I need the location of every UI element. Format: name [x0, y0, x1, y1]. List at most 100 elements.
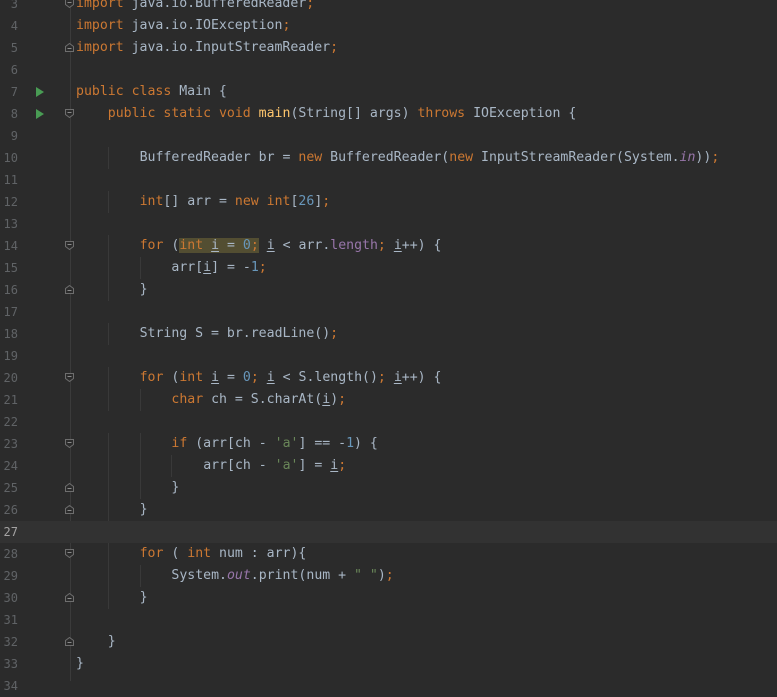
fold-open-icon[interactable] — [65, 439, 74, 448]
code-text[interactable]: import java.io.IOException; — [76, 15, 290, 37]
line-number[interactable]: 23 — [0, 433, 18, 455]
line-number[interactable]: 32 — [0, 631, 18, 653]
line-number[interactable]: 33 — [0, 653, 18, 675]
code-text[interactable]: import java.io.InputStreamReader; — [76, 37, 338, 59]
code-line[interactable]: 31 — [0, 609, 777, 631]
code-text[interactable]: } — [140, 499, 148, 521]
fold-close-icon[interactable] — [65, 637, 74, 646]
code-line[interactable]: 14 for (int i = 0; i < arr.length; i++) { — [0, 235, 777, 257]
code-text[interactable]: } — [140, 587, 148, 609]
line-number[interactable]: 7 — [0, 81, 18, 103]
fold-close-icon[interactable] — [65, 593, 74, 602]
line-number[interactable]: 24 — [0, 455, 18, 477]
code-line[interactable]: 29 System.out.print(num + " "); — [0, 565, 777, 587]
code-text[interactable]: if (arr[ch - 'a'] == -1) { — [171, 433, 377, 455]
line-number[interactable]: 13 — [0, 213, 18, 235]
line-number[interactable]: 22 — [0, 411, 18, 433]
code-editor[interactable]: 3 import java.io.BufferedReader; 4 import j… — [0, 0, 777, 697]
code-line[interactable]: 33} — [0, 653, 777, 675]
line-number[interactable]: 16 — [0, 279, 18, 301]
code-line[interactable]: 12 int[] arr = new int[26]; — [0, 191, 777, 213]
code-line[interactable]: 11 — [0, 169, 777, 191]
code-line[interactable]: 7 public class Main { — [0, 81, 777, 103]
line-number[interactable]: 17 — [0, 301, 18, 323]
code-line[interactable]: 19 — [0, 345, 777, 367]
code-line[interactable]: 6 — [0, 59, 777, 81]
line-number[interactable]: 11 — [0, 169, 18, 191]
line-number[interactable]: 19 — [0, 345, 18, 367]
line-number[interactable]: 10 — [0, 147, 18, 169]
code-line[interactable]: 20 for (int i = 0; i < S.length(); i++) { — [0, 367, 777, 389]
run-gutter-icon[interactable] — [34, 103, 48, 125]
code-line[interactable]: 8 public static void main(String[] args) … — [0, 103, 777, 125]
line-number[interactable]: 21 — [0, 389, 18, 411]
code-line[interactable]: 24 arr[ch - 'a'] = i; — [0, 455, 777, 477]
line-number[interactable]: 12 — [0, 191, 18, 213]
fold-close-icon[interactable] — [65, 483, 74, 492]
code-line[interactable]: 17 — [0, 301, 777, 323]
code-text[interactable]: for (int i = 0; i < arr.length; i++) { — [140, 235, 441, 257]
code-text[interactable]: for (int i = 0; i < S.length(); i++) { — [140, 367, 442, 389]
line-number[interactable]: 8 — [0, 103, 18, 125]
fold-open-icon[interactable] — [65, 241, 74, 250]
code-text[interactable]: } — [171, 477, 179, 499]
line-number[interactable]: 30 — [0, 587, 18, 609]
fold-open-icon[interactable] — [65, 549, 74, 558]
line-number[interactable]: 31 — [0, 609, 18, 631]
fold-open-icon[interactable] — [65, 373, 74, 382]
line-number[interactable]: 14 — [0, 235, 18, 257]
line-number[interactable]: 27 — [0, 521, 18, 543]
fold-close-icon[interactable] — [65, 43, 74, 52]
line-number[interactable]: 25 — [0, 477, 18, 499]
fold-open-icon[interactable] — [65, 0, 74, 8]
code-text[interactable]: public class Main { — [76, 81, 227, 103]
line-number[interactable]: 6 — [0, 59, 18, 81]
line-number[interactable]: 20 — [0, 367, 18, 389]
line-number[interactable]: 4 — [0, 15, 18, 37]
fold-open-icon[interactable] — [65, 109, 74, 118]
fold-close-icon[interactable] — [65, 505, 74, 514]
code-line[interactable]: 9 — [0, 125, 777, 147]
code-text[interactable]: } — [108, 631, 116, 653]
line-number[interactable]: 9 — [0, 125, 18, 147]
code-line[interactable]: 25} — [0, 477, 777, 499]
code-line[interactable]: 30} — [0, 587, 777, 609]
line-number[interactable]: 5 — [0, 37, 18, 59]
code-line[interactable]: 16} — [0, 279, 777, 301]
code-line[interactable]: 3 import java.io.BufferedReader; — [0, 0, 777, 15]
line-number[interactable]: 29 — [0, 565, 18, 587]
code-text[interactable]: char ch = S.charAt(i); — [171, 389, 346, 411]
code-text[interactable]: System.out.print(num + " "); — [171, 565, 393, 587]
code-line[interactable]: 28 for ( int num : arr){ — [0, 543, 777, 565]
line-number[interactable]: 26 — [0, 499, 18, 521]
code-line[interactable]: 23 if (arr[ch - 'a'] == -1) { — [0, 433, 777, 455]
code-line[interactable]: 32} — [0, 631, 777, 653]
code-text[interactable]: } — [140, 279, 148, 301]
line-number[interactable]: 34 — [0, 675, 18, 697]
code-text[interactable]: } — [76, 653, 84, 675]
code-text[interactable]: import java.io.BufferedReader; — [76, 0, 314, 15]
code-line[interactable]: 27 — [0, 521, 777, 543]
run-gutter-icon[interactable] — [34, 81, 48, 103]
code-text[interactable]: for ( int num : arr){ — [140, 543, 307, 565]
line-number[interactable]: 18 — [0, 323, 18, 345]
code-line[interactable]: 18 String S = br.readLine(); — [0, 323, 777, 345]
code-line[interactable]: 22 — [0, 411, 777, 433]
code-text[interactable]: public static void main(String[] args) t… — [108, 103, 576, 125]
code-line[interactable]: 21 char ch = S.charAt(i); — [0, 389, 777, 411]
code-text[interactable]: arr[ch - 'a'] = i; — [203, 455, 346, 477]
code-text[interactable]: arr[i] = -1; — [171, 257, 266, 279]
code-text[interactable]: String S = br.readLine(); — [140, 323, 339, 345]
code-line[interactable]: 15 arr[i] = -1; — [0, 257, 777, 279]
code-line[interactable]: 10 BufferedReader br = new BufferedReader… — [0, 147, 777, 169]
code-line[interactable]: 13 — [0, 213, 777, 235]
fold-close-icon[interactable] — [65, 285, 74, 294]
line-number[interactable]: 28 — [0, 543, 18, 565]
line-number[interactable]: 3 — [0, 0, 18, 15]
code-text[interactable]: BufferedReader br = new BufferedReader(n… — [140, 147, 720, 169]
code-line[interactable]: 26} — [0, 499, 777, 521]
code-line[interactable]: 5 import java.io.InputStreamReader; — [0, 37, 777, 59]
code-text[interactable]: int[] arr = new int[26]; — [140, 191, 331, 213]
code-line[interactable]: 34 — [0, 675, 777, 697]
line-number[interactable]: 15 — [0, 257, 18, 279]
